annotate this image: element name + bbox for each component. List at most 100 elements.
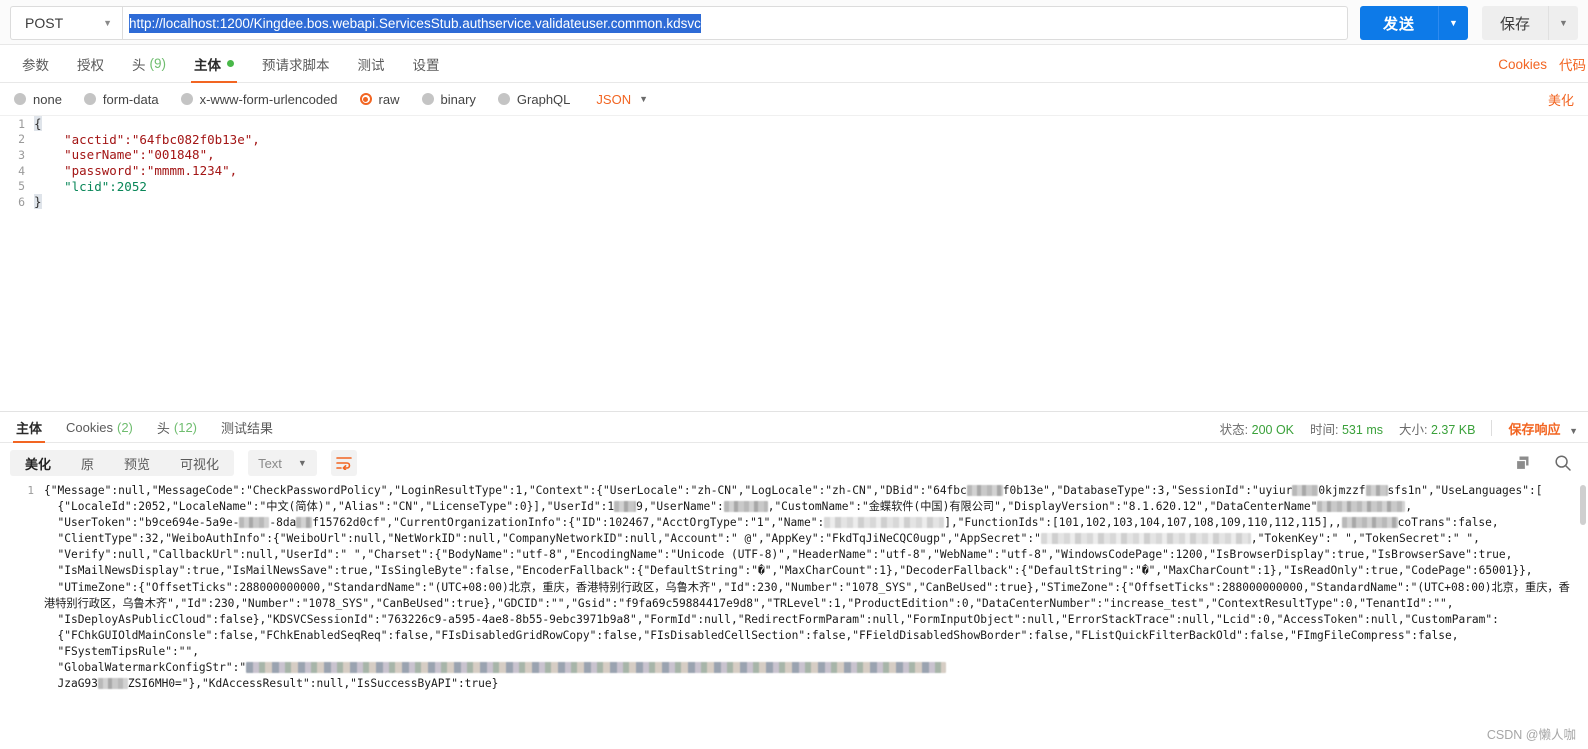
redacted-text [1317, 501, 1406, 513]
response-tab-test-results-label: 测试结果 [221, 420, 274, 436]
view-pretty-button[interactable]: 美化 [10, 450, 66, 476]
response-tab-cookies[interactable]: Cookies (2) [54, 411, 145, 443]
tab-headers-label: 头 [132, 57, 146, 73]
radio-raw-icon [359, 93, 372, 105]
body-type-binary[interactable]: binary [421, 91, 476, 107]
response-tab-test-results[interactable]: 测试结果 [209, 411, 285, 443]
watermark: CSDN @懒人咖 [1486, 728, 1576, 742]
editor-scrollbar[interactable] [1581, 116, 1588, 411]
editor-line-text: "acctid":"64fbc082f0b13e", [34, 131, 260, 147]
body-modified-dot-icon [227, 60, 234, 67]
response-tab-cookies-count: (2) [116, 419, 133, 435]
tab-params-label: 参数 [22, 57, 49, 73]
search-icon[interactable] [1554, 454, 1572, 472]
time-value: 531 ms [1341, 422, 1383, 437]
copy-icon[interactable] [1515, 455, 1532, 472]
http-method-value: POST [25, 15, 64, 31]
tab-body[interactable]: 主体 [180, 45, 248, 83]
body-type-form-data[interactable]: form-data [83, 92, 159, 107]
editor-line-text: "password":"mmmm.1234", [34, 163, 238, 179]
divider [1491, 420, 1493, 436]
body-type-none[interactable]: none [14, 92, 62, 107]
tab-headers[interactable]: 头 (9) [118, 45, 180, 83]
view-visualize-label: 可视化 [180, 456, 220, 472]
editor-line-text: "userName":"001848", [34, 147, 215, 163]
redacted-text [1292, 485, 1319, 496]
wrap-text-icon[interactable] [330, 450, 357, 476]
save-response-button[interactable]: 保存响应 ▼ [1508, 419, 1578, 438]
radio-none-icon [14, 93, 26, 105]
view-raw-label: 原 [81, 456, 95, 472]
response-tab-cookies-label: Cookies [66, 419, 113, 435]
chevron-down-icon: ▼ [639, 94, 648, 104]
body-type-binary-label: binary [440, 91, 476, 107]
redacted-text [723, 501, 768, 513]
editor-line: 3 "userName":"001848", [0, 147, 1588, 163]
redacted-text [1365, 485, 1388, 496]
redacted-text [824, 517, 945, 529]
send-button-group: 发送 ▼ [1360, 6, 1468, 40]
url-bar: POST ▼ http://localhost:1200/Kingdee.bos… [0, 0, 1588, 45]
view-raw-button[interactable]: 原 [66, 450, 109, 476]
code-link[interactable]: 代码 [1559, 54, 1586, 74]
line-number: 3 [18, 147, 25, 162]
save-button[interactable]: 保存 [1482, 6, 1548, 40]
response-tab-headers-label: 头 [156, 420, 170, 436]
send-options-button[interactable]: ▼ [1438, 6, 1468, 40]
request-body-editor[interactable]: 1 { 2 "acctid":"64fbc082f0b13e", 3 "user… [0, 115, 1588, 411]
view-preview-label: 预览 [124, 456, 151, 472]
save-options-button[interactable]: ▼ [1548, 6, 1578, 40]
save-response-label: 保存响应 [1508, 421, 1561, 437]
status-value: 200 OK [1251, 422, 1295, 437]
line-number: 1 [18, 116, 25, 131]
response-body-viewer[interactable]: 1 {"Message":null,"MessageCode":"CheckPa… [0, 483, 1588, 708]
response-view-toolbar: 美化 原 预览 可视化 Text ▼ [0, 443, 1588, 483]
chevron-down-icon: ▼ [297, 458, 307, 468]
status-meta: 状态: 200 OK [1220, 419, 1294, 438]
body-type-urlencoded[interactable]: x-www-form-urlencoded [180, 92, 338, 107]
tab-tests[interactable]: 测试 [344, 45, 399, 83]
body-type-raw-label: raw [378, 91, 400, 107]
tab-authorization[interactable]: 授权 [63, 45, 118, 83]
line-number: 6 [18, 194, 25, 209]
time-meta: 时间: 531 ms [1310, 419, 1383, 438]
beautify-body-label: 美化 [1547, 92, 1574, 108]
body-type-none-label: none [33, 91, 62, 107]
redacted-text [97, 678, 128, 690]
line-number: 5 [18, 179, 25, 194]
editor-line-text: "lcid":2052 [34, 178, 147, 194]
response-tab-headers[interactable]: 头 (12) [145, 411, 209, 443]
redacted-text [296, 517, 313, 529]
url-input[interactable]: http://localhost:1200/Kingdee.bos.webapi… [122, 6, 1348, 40]
size-label: 大小: [1398, 422, 1428, 437]
view-pretty-label: 美化 [25, 456, 52, 472]
beautify-body-link[interactable]: 美化 [1548, 83, 1574, 115]
tab-params[interactable]: 参数 [8, 45, 63, 83]
editor-line: 6 } [0, 194, 1588, 210]
response-format-select[interactable]: Text ▼ [248, 450, 317, 476]
response-format-value: Text [258, 455, 282, 471]
editor-line-text: { [34, 116, 42, 132]
response-tab-body[interactable]: 主体 [4, 411, 54, 443]
cookies-link[interactable]: Cookies [1498, 57, 1547, 72]
body-type-raw[interactable]: raw [359, 91, 400, 107]
tab-settings[interactable]: 设置 [399, 45, 454, 83]
response-body-text: {"Message":null,"MessageCode":"CheckPass… [44, 484, 1570, 691]
radio-binary-icon [421, 93, 434, 105]
tab-tests-label: 测试 [357, 57, 385, 73]
tab-pre-request-script[interactable]: 预请求脚本 [248, 45, 344, 83]
body-type-graphql-label: GraphQL [516, 91, 571, 107]
response-scrollbar[interactable] [1580, 485, 1586, 525]
line-number: 1 [27, 484, 34, 497]
view-preview-button[interactable]: 预览 [109, 450, 165, 476]
view-visualize-button[interactable]: 可视化 [165, 450, 234, 476]
http-method-select[interactable]: POST ▼ [10, 6, 122, 40]
url-input-value: http://localhost:1200/Kingdee.bos.webapi… [129, 13, 701, 33]
body-format-select[interactable]: JSON ▼ [596, 92, 648, 107]
response-toolbar-actions [1515, 443, 1572, 483]
status-label: 状态: [1219, 422, 1249, 437]
send-button[interactable]: 发送 [1360, 6, 1438, 40]
editor-line: 4 "password":"mmmm.1234", [0, 163, 1588, 179]
redacted-text [1341, 517, 1398, 529]
body-type-graphql[interactable]: GraphQL [497, 91, 571, 107]
